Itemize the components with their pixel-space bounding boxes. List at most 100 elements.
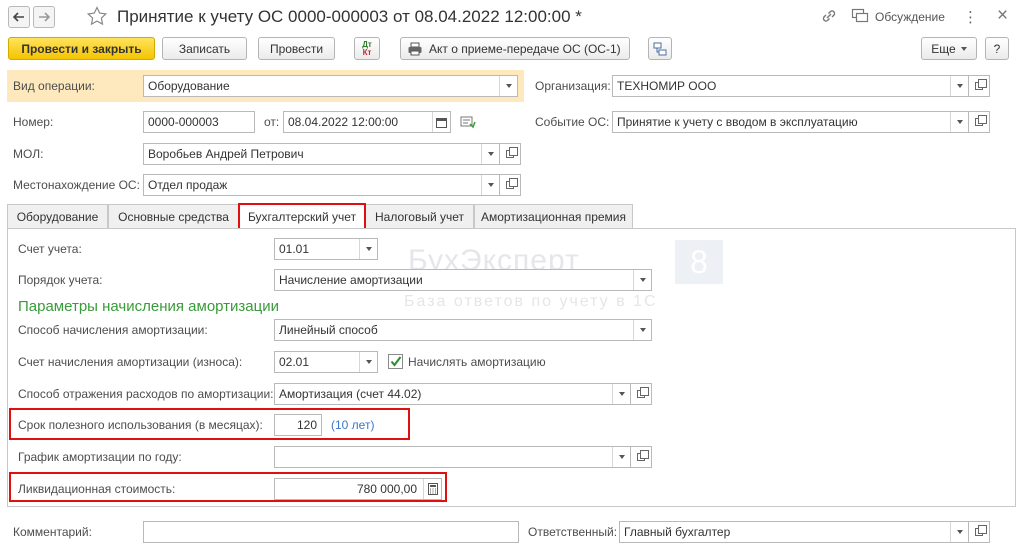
event-value: Принятие к учету с вводом в эксплуатацию [617, 115, 858, 129]
dropdown-button[interactable] [950, 522, 968, 542]
expense-label: Способ отражения расходов по амортизации… [18, 387, 274, 401]
checkmark-icon [390, 356, 401, 367]
event-open-button[interactable] [968, 111, 990, 133]
watermark-badge: 8 [675, 240, 723, 284]
act-os1-print-button[interactable]: Акт о приеме-передаче ОС (ОС-1) [400, 37, 630, 60]
calendar-button[interactable] [432, 112, 450, 132]
tab-equipment[interactable]: Оборудование [7, 204, 108, 228]
schedule-open-button[interactable] [630, 446, 652, 468]
method-value: Линейный способ [279, 323, 378, 337]
order-value: Начисление амортизации [279, 273, 423, 287]
arrow-left-icon [13, 12, 24, 22]
operation-type-label: Вид операции: [13, 79, 95, 93]
dt-kt-button[interactable]: Дт Кт [354, 37, 380, 60]
open-form-icon [975, 525, 987, 536]
structure-button[interactable] [648, 37, 672, 60]
schedule-label: График амортизации по году: [18, 450, 182, 464]
operation-type-select[interactable]: Оборудование [143, 75, 518, 97]
arrow-right-icon [39, 12, 50, 22]
more-vertical-icon[interactable]: ⋮ [963, 8, 978, 26]
responsible-label: Ответственный: [528, 525, 618, 539]
schedule-select[interactable] [274, 446, 631, 468]
chevron-down-icon [956, 120, 963, 124]
depr-account-label: Счет начисления амортизации (износа): [18, 355, 243, 369]
depreciation-params-heading: Параметры начисления амортизации [18, 298, 279, 315]
accrue-depreciation-label: Начислять амортизацию [408, 355, 546, 369]
organization-open-button[interactable] [968, 75, 990, 97]
dt-kt-icon-bottom: Кт [362, 47, 372, 57]
number-settings-icon[interactable] [460, 115, 476, 129]
post-and-close-button[interactable]: Провести и закрыть [8, 37, 155, 60]
save-button[interactable]: Записать [162, 37, 247, 60]
organization-label: Организация: [535, 79, 611, 93]
date-value: 08.04.2022 12:00:00 [288, 115, 399, 129]
more-menu-button[interactable]: Еще [921, 37, 977, 60]
expense-open-button[interactable] [630, 383, 652, 405]
method-label: Способ начисления амортизации: [18, 323, 208, 337]
depr-account-value: 02.01 [279, 355, 310, 369]
tab-tax-accounting[interactable]: Налоговый учет [365, 204, 474, 228]
dropdown-button[interactable] [950, 112, 968, 132]
responsible-value: Главный бухгалтер [624, 525, 731, 539]
mol-open-button[interactable] [499, 143, 521, 165]
favorite-star-icon[interactable] [86, 6, 108, 26]
link-icon[interactable] [820, 8, 838, 24]
dropdown-button[interactable] [612, 384, 630, 404]
printer-icon [408, 42, 422, 55]
location-select[interactable]: Отдел продаж [143, 174, 500, 196]
liquidation-highlight-frame [9, 472, 447, 502]
back-button[interactable] [8, 6, 30, 28]
tab-highlight-frame [238, 203, 366, 231]
comment-input[interactable] [143, 521, 519, 543]
discussion-icon[interactable] [851, 8, 869, 24]
window-title: Принятие к учету ОС 0000-000003 от 08.04… [117, 7, 582, 26]
accrue-depreciation-checkbox[interactable] [388, 354, 403, 369]
chevron-down-icon [365, 360, 372, 364]
mol-value: Воробьев Андрей Петрович [148, 147, 304, 161]
responsible-open-button[interactable] [968, 521, 990, 543]
open-form-icon [506, 178, 518, 189]
date-input[interactable]: 08.04.2022 12:00:00 [283, 111, 451, 133]
order-select[interactable]: Начисление амортизации [274, 269, 652, 291]
chevron-down-icon [956, 84, 963, 88]
expense-select[interactable]: Амортизация (счет 44.02) [274, 383, 631, 405]
dropdown-button[interactable] [359, 239, 377, 259]
mol-select[interactable]: Воробьев Андрей Петрович [143, 143, 500, 165]
dropdown-button[interactable] [612, 447, 630, 467]
open-form-icon [975, 115, 987, 126]
post-button[interactable]: Провести [258, 37, 335, 60]
useful-life-highlight-frame [9, 408, 410, 440]
dropdown-button[interactable] [481, 175, 499, 195]
chevron-down-icon [960, 46, 967, 51]
tab-fixed-assets[interactable]: Основные средства [108, 204, 239, 228]
depr-account-select[interactable]: 02.01 [274, 351, 378, 373]
dropdown-button[interactable] [633, 320, 651, 340]
dropdown-button[interactable] [481, 144, 499, 164]
account-value: 01.01 [279, 242, 310, 256]
help-button[interactable]: ? [985, 37, 1009, 60]
close-icon[interactable]: × [997, 5, 1008, 27]
chevron-down-icon [956, 530, 963, 534]
open-form-icon [975, 79, 987, 90]
document-structure-icon [653, 42, 667, 55]
date-label: от: [264, 115, 280, 129]
act-os1-label: Акт о приеме-передаче ОС (ОС-1) [429, 41, 621, 56]
dropdown-button[interactable] [633, 270, 651, 290]
chevron-down-icon [639, 278, 646, 282]
tab-depreciation-bonus[interactable]: Амортизационная премия [474, 204, 633, 228]
discussion-link[interactable]: Обсуждение [875, 10, 945, 24]
dropdown-button[interactable] [499, 76, 517, 96]
dropdown-button[interactable] [950, 76, 968, 96]
forward-button[interactable] [33, 6, 55, 28]
organization-select[interactable]: ТЕХНОМИР ООО [612, 75, 969, 97]
more-label: Еще [931, 41, 956, 56]
method-select[interactable]: Линейный способ [274, 319, 652, 341]
location-open-button[interactable] [499, 174, 521, 196]
location-value: Отдел продаж [148, 178, 228, 192]
account-select[interactable]: 01.01 [274, 238, 378, 260]
dropdown-button[interactable] [359, 352, 377, 372]
event-select[interactable]: Принятие к учету с вводом в эксплуатацию [612, 111, 969, 133]
responsible-select[interactable]: Главный бухгалтер [619, 521, 969, 543]
number-input[interactable]: 0000-000003 [143, 111, 255, 133]
open-form-icon [637, 387, 649, 398]
